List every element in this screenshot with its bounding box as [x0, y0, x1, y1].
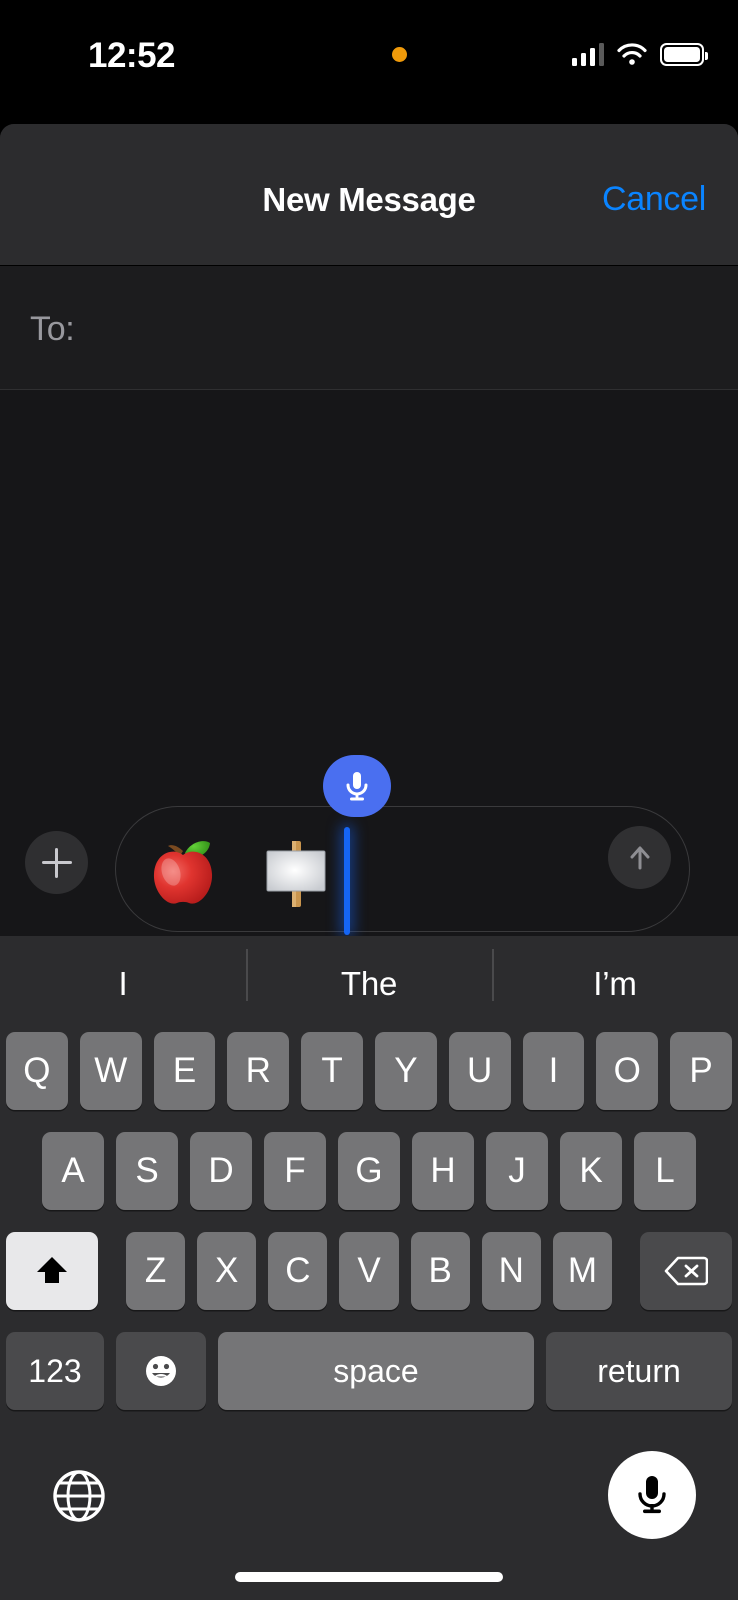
- home-indicator: [235, 1572, 503, 1582]
- dictation-button-microphone-icon[interactable]: [608, 1451, 696, 1539]
- return-key[interactable]: return: [546, 1332, 732, 1410]
- smiley-face-icon[interactable]: [116, 1332, 206, 1410]
- predictive-text-bar: I The I’m: [0, 936, 738, 1032]
- key-t[interactable]: T: [301, 1032, 363, 1110]
- dictation-badge-microphone-icon[interactable]: [323, 755, 391, 817]
- key-w[interactable]: W: [79, 1032, 142, 1110]
- key-m[interactable]: M: [552, 1232, 612, 1310]
- key-h[interactable]: H: [412, 1132, 474, 1210]
- key-n[interactable]: N: [481, 1232, 541, 1310]
- battery-icon: [660, 43, 708, 66]
- message-thread-area: [0, 390, 738, 936]
- backspace-key[interactable]: [639, 1232, 732, 1310]
- key-e[interactable]: E: [153, 1032, 216, 1110]
- text-cursor: [344, 827, 350, 935]
- message-input[interactable]: [115, 755, 690, 935]
- key-j[interactable]: J: [486, 1132, 548, 1210]
- message-composer: [0, 755, 738, 936]
- key-c[interactable]: C: [268, 1232, 328, 1310]
- plus-icon[interactable]: [25, 831, 88, 894]
- orange-dot-icon: [392, 47, 407, 62]
- key-p[interactable]: P: [670, 1032, 732, 1110]
- key-y[interactable]: Y: [375, 1032, 437, 1110]
- new-message-sheet: New Message Cancel To:: [0, 124, 738, 936]
- key-k[interactable]: K: [560, 1132, 622, 1210]
- recipient-field-label: To:: [30, 310, 75, 348]
- numbers-key[interactable]: 123: [6, 1332, 104, 1410]
- wifi-icon: [617, 42, 647, 66]
- key-r[interactable]: R: [227, 1032, 290, 1110]
- keyboard-row-3: Z X C V B N M: [0, 1232, 738, 1310]
- keyboard-bottom-bar: [0, 1425, 738, 1600]
- key-b[interactable]: B: [410, 1232, 470, 1310]
- key-d[interactable]: D: [190, 1132, 252, 1210]
- status-bar: 12:52: [0, 0, 738, 100]
- key-u[interactable]: U: [448, 1032, 511, 1110]
- key-v[interactable]: V: [339, 1232, 399, 1310]
- keyboard-row-1: Q W E R T Y U I O P: [0, 1032, 738, 1110]
- key-z[interactable]: Z: [126, 1232, 186, 1310]
- shift-key[interactable]: [6, 1232, 98, 1310]
- keyboard-row-4: 123 space return: [0, 1332, 738, 1410]
- red-apple-emoji: [141, 827, 225, 911]
- recipient-field-row[interactable]: To:: [0, 266, 738, 390]
- key-i[interactable]: I: [522, 1032, 585, 1110]
- prediction-0[interactable]: I: [0, 965, 246, 1003]
- send-button[interactable]: [608, 826, 671, 889]
- key-g[interactable]: G: [338, 1132, 400, 1210]
- navigation-bar: New Message Cancel: [0, 124, 738, 266]
- cellular-signal-icon: [571, 42, 604, 66]
- prediction-2[interactable]: I’m: [492, 949, 738, 1003]
- cancel-button[interactable]: Cancel: [602, 180, 706, 219]
- key-f[interactable]: F: [264, 1132, 326, 1210]
- key-q[interactable]: Q: [6, 1032, 68, 1110]
- onscreen-keyboard: I The I’m Q W E R T Y U I O P A S D F G …: [0, 936, 738, 1600]
- placard-sign-emoji: [254, 829, 338, 913]
- space-key[interactable]: space: [218, 1332, 534, 1410]
- key-o[interactable]: O: [596, 1032, 659, 1110]
- iphone-screen: 12:52 New Message Cancel To: I The I’m Q…: [0, 0, 738, 1600]
- keyboard-row-2: A S D F G H J K L: [0, 1132, 738, 1210]
- globe-icon[interactable]: [48, 1465, 110, 1527]
- status-bar-icons: [571, 38, 708, 66]
- prediction-1[interactable]: The: [246, 949, 492, 1003]
- status-bar-time: 12:52: [88, 36, 176, 75]
- key-l[interactable]: L: [634, 1132, 696, 1210]
- key-s[interactable]: S: [116, 1132, 178, 1210]
- key-a[interactable]: A: [42, 1132, 104, 1210]
- key-x[interactable]: X: [197, 1232, 257, 1310]
